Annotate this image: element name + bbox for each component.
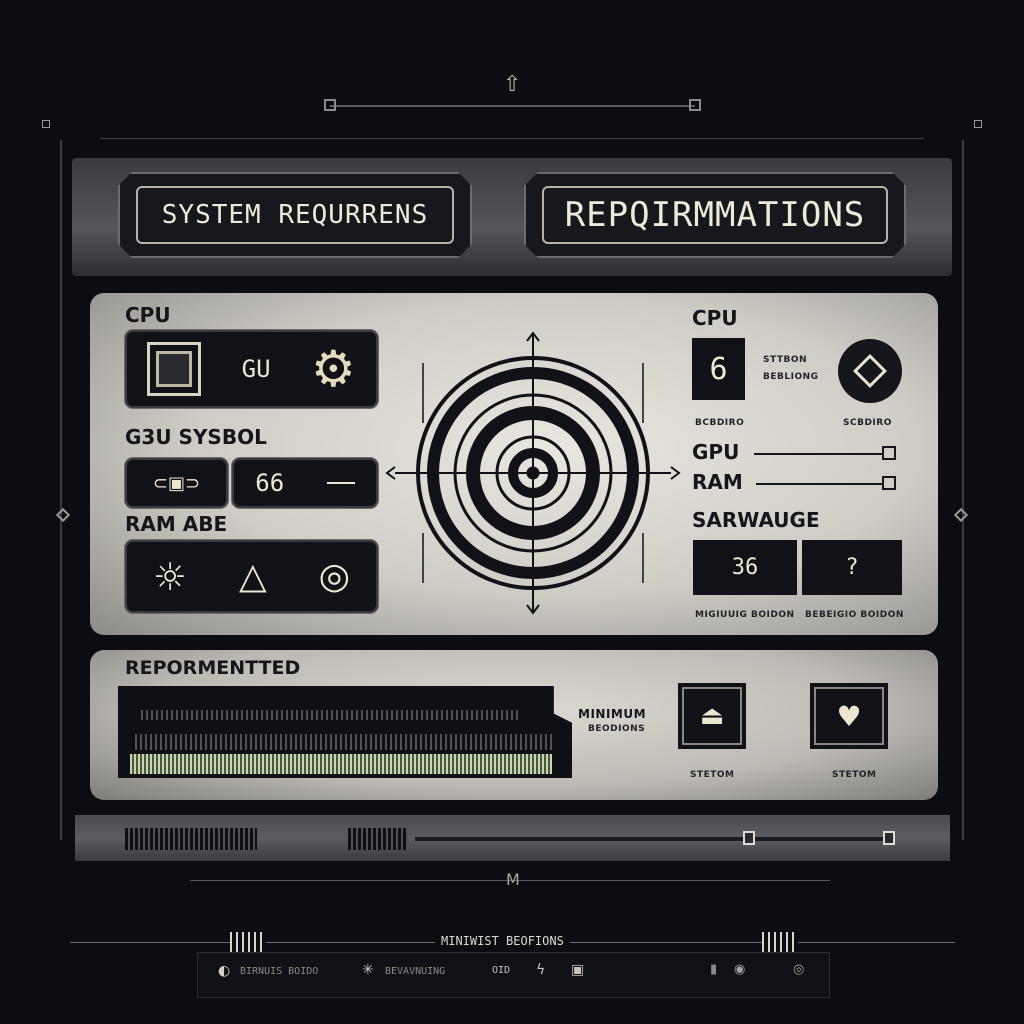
ram-module-image [118,686,572,778]
right-cpu-label: CPU [692,306,738,330]
slider-track[interactable] [415,837,885,841]
square-node-icon [42,120,50,128]
square-node-icon [689,99,701,111]
chip-icon [147,342,202,396]
ram-checkbox[interactable] [882,476,896,490]
title-label: REPQIRMMATIONS [542,186,888,244]
file-icon[interactable]: ▮ [710,962,717,977]
storage-caption-1: MIGIUUIG BOIDON [695,610,795,620]
diamond-icon [55,507,71,523]
slider-handle[interactable] [742,831,755,845]
triangle-icon: △ [238,556,267,597]
gear-icon: ⚙ [310,340,356,398]
storage-box-2[interactable]: ? [802,540,902,595]
ram-label: RAM ABE [125,512,228,536]
caption-left: BCBDIRO [695,418,745,428]
cpu-value: GU [241,355,271,383]
grid-icon[interactable]: ▣ [571,962,584,978]
cpu-core-value: 6 [709,351,728,387]
cpu-desc-line2: BEBLIONG [763,372,819,382]
slider-end-button[interactable] [883,831,895,845]
gpu-label: G3U SYSBOL [125,425,267,449]
star-icon[interactable]: ✳ [362,962,374,978]
footer-mark: M [506,870,520,889]
heart-icon: ♥ [836,699,862,733]
gpu-connector-box[interactable]: ⊂▣⊃ [125,458,228,508]
circle-icon[interactable]: ◉ [734,962,745,977]
storage-label: SARWAUGE [692,508,820,532]
storage-box-1[interactable]: 36 [693,540,797,595]
settings-circle-icon[interactable]: ◎ [793,962,804,977]
right-ram-label: RAM [692,470,743,494]
grille-left [125,828,257,850]
barcode-left [230,932,266,954]
square-node-icon [324,99,336,111]
minimum-line1: MINIMUM [578,707,647,721]
icon2-label: STETOM [832,770,877,780]
ram-line [756,483,882,485]
up-arrow-icon: ⇧ [503,72,522,97]
dash-icon [326,482,355,484]
footer-item2[interactable]: BEVAVNUING [385,966,445,977]
gpu-value: 66 [255,469,285,497]
heart-button[interactable]: ♥ [810,683,888,749]
sun-icon: ☼ [152,554,188,599]
cpu-label: CPU [125,303,171,327]
barcode-right [762,932,798,954]
footer-item1[interactable]: BIRNUIS BOIDO [240,966,318,977]
target-icon: ◎ [318,556,351,597]
footer-title: MINIWIST BEOFIONS [435,934,570,948]
square-node-icon [974,120,982,128]
rocket-button[interactable]: ⏏ [678,683,746,749]
title-tab-requirements[interactable]: REPQIRMMATIONS [524,172,906,258]
connector-icon: ⊂▣⊃ [152,472,201,494]
gpu-checkbox[interactable] [882,446,896,460]
minimum-line2: BEODIONS [588,724,646,734]
icon1-label: STETOM [690,770,735,780]
cpu-box[interactable]: GU ⚙ [125,330,378,408]
gpu-value-box[interactable]: 66 [232,458,378,508]
storage-caption-2: BEBEIGIO BOIDON [805,610,904,620]
caption-right: SCBDIRO [843,418,892,428]
cpu-desc-line1: STTBON [763,355,808,365]
ram-icons-box[interactable]: ☼ △ ◎ [125,540,378,613]
recommended-title: REPORMENTTED [125,657,301,679]
bolt-icon[interactable]: ϟ [536,962,545,978]
rocket-icon: ⏏ [699,701,725,731]
cpu-core-box[interactable]: 6 [692,338,745,400]
storage-value-2: ? [845,555,859,580]
title-tab-system-requirements[interactable]: SYSTEM REQURRENS [118,172,472,258]
diamond-button[interactable] [838,339,902,403]
target-reticle [385,331,681,615]
gpu-line [754,453,882,455]
footer-item3[interactable]: OID [492,965,510,976]
diamond-icon [953,507,969,523]
toggle-icon[interactable]: ◐ [218,963,230,979]
right-gpu-label: GPU [692,440,740,464]
grille-mid [348,828,408,850]
diamond-icon [853,354,887,388]
storage-value-1: 36 [731,555,759,580]
title-label: SYSTEM REQURRENS [136,186,454,244]
